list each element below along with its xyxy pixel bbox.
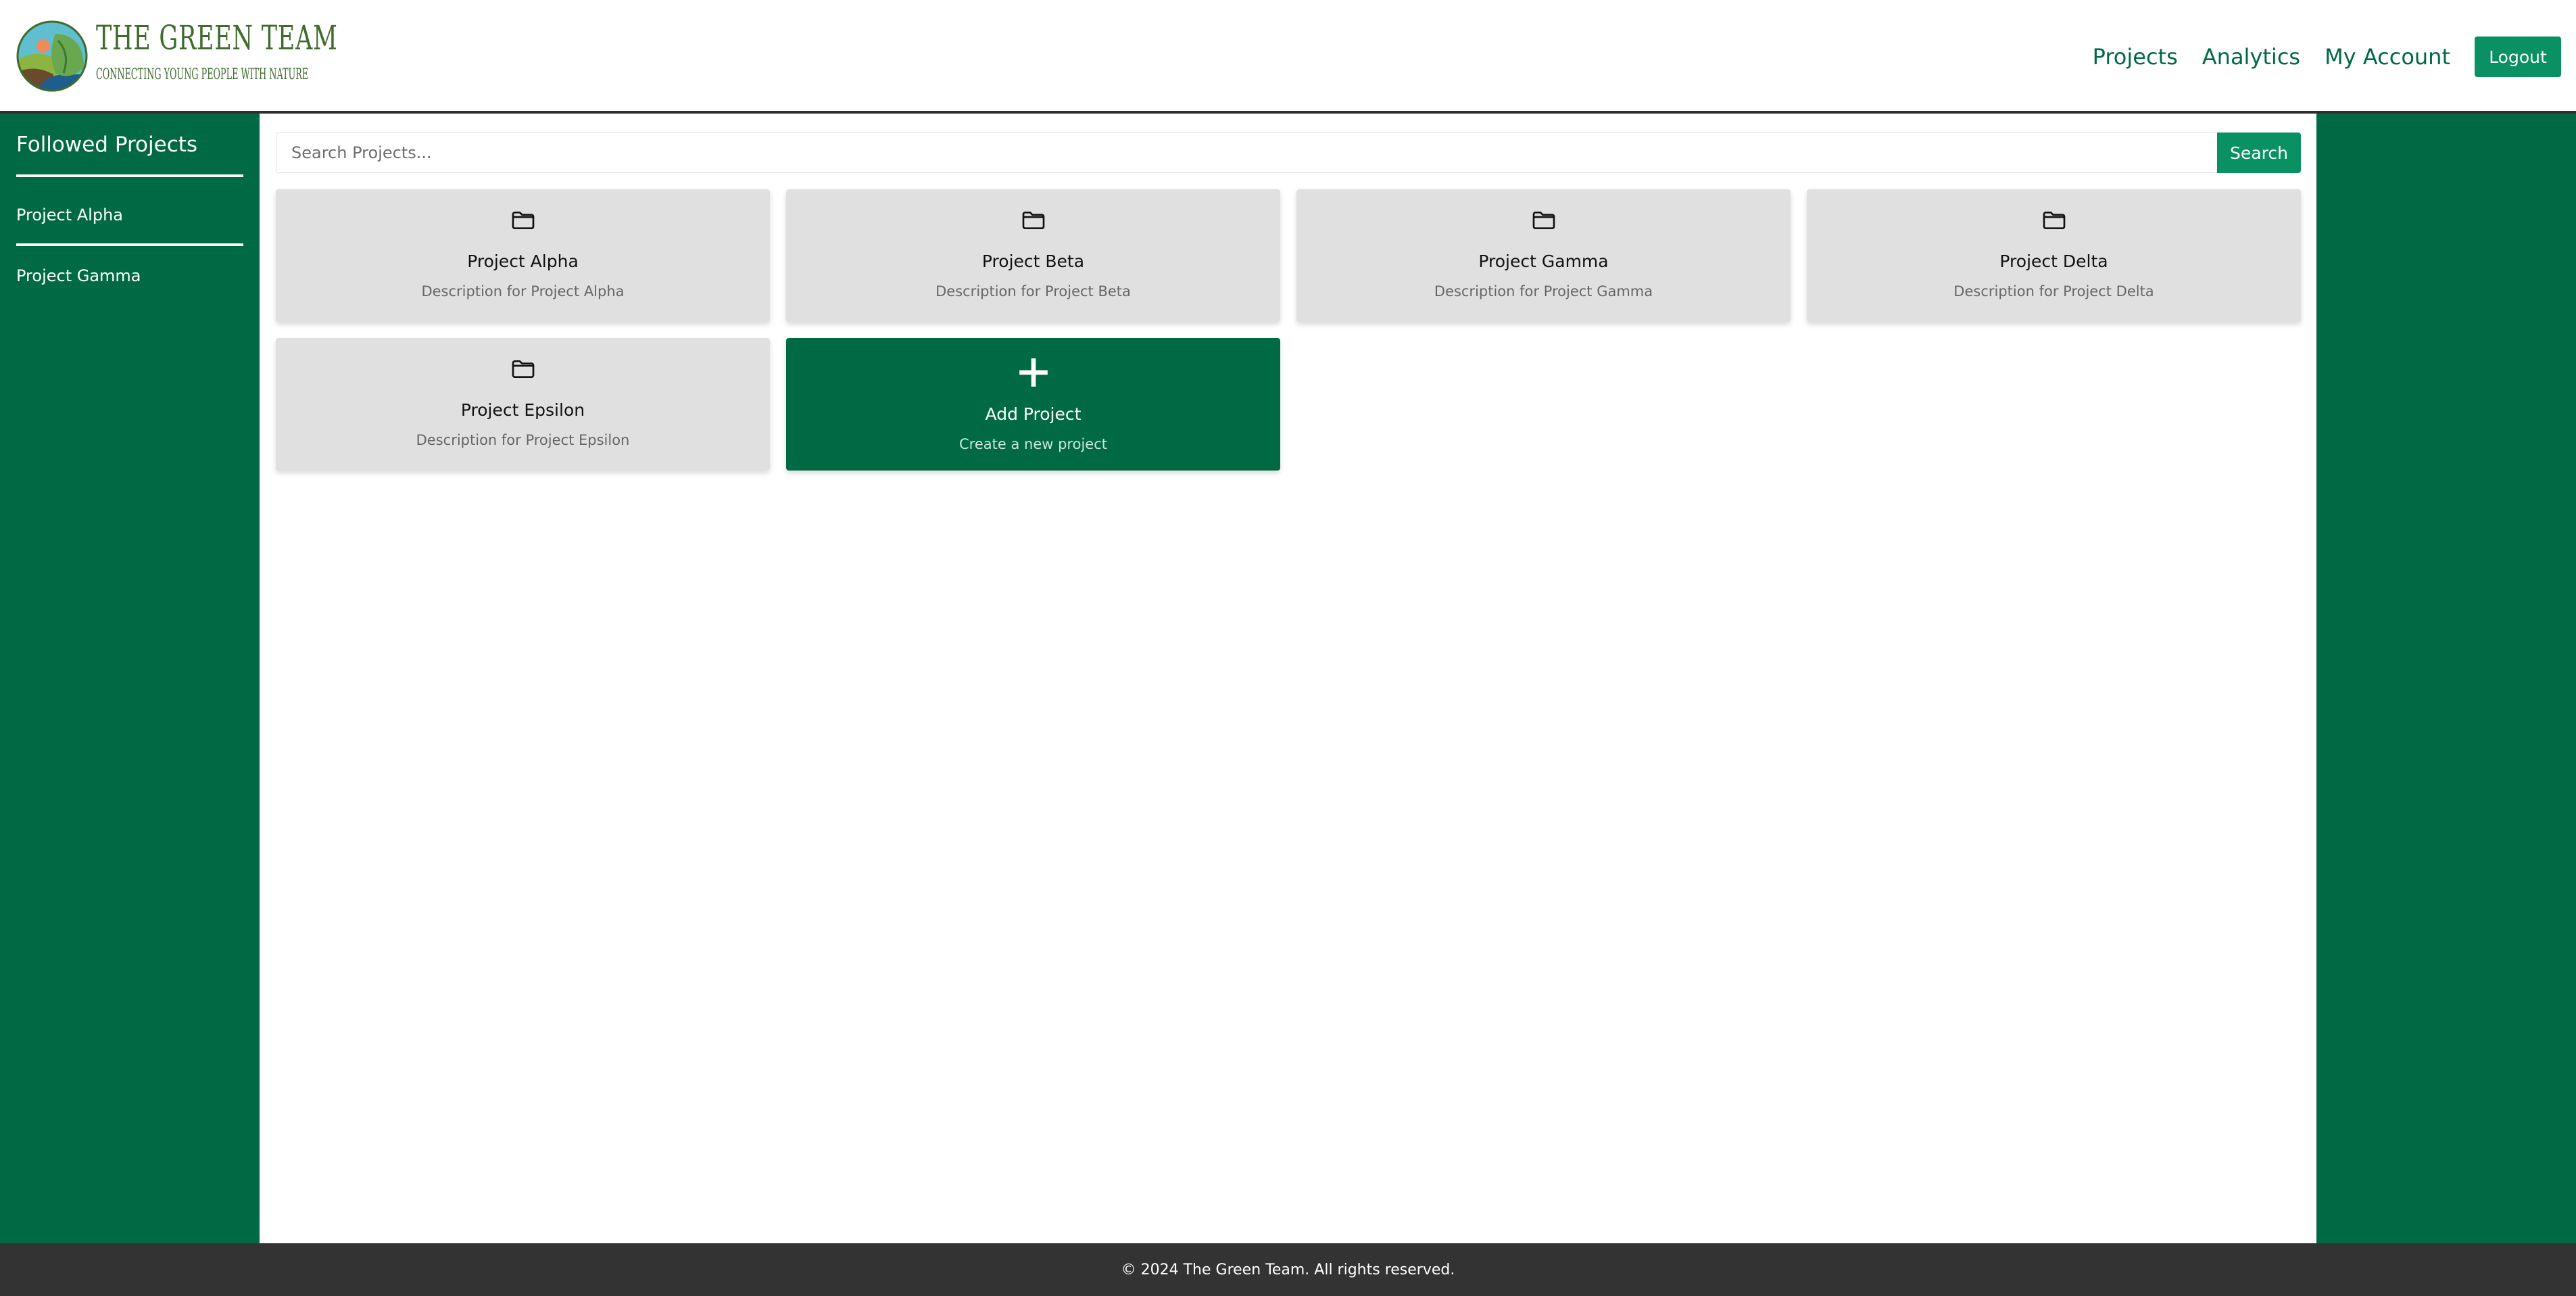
logo[interactable]: THE GREEN TEAM CONNECTING YOUNG PEOPLE W… <box>16 20 337 95</box>
sidebar-title: Followed Projects <box>16 133 243 177</box>
add-project-description: Create a new project <box>959 436 1107 452</box>
folder-icon <box>1022 212 1044 229</box>
nav-projects[interactable]: Projects <box>2093 44 2178 70</box>
project-card-gamma[interactable]: Project Gamma Description for Project Ga… <box>1296 189 1791 322</box>
add-project-button[interactable]: Add Project Create a new project <box>786 338 1280 471</box>
folder-icon <box>2043 212 2065 229</box>
logo-emblem-icon <box>16 20 88 92</box>
footer-copyright: © 2024 The Green Team. All rights reserv… <box>1121 1261 1455 1278</box>
right-sidebar-panel <box>2316 114 2576 1243</box>
card-title: Project Epsilon <box>460 400 585 420</box>
card-description: Description for Project Beta <box>935 283 1131 299</box>
add-project-title: Add Project <box>985 404 1082 424</box>
sidebar-item-project-gamma[interactable]: Project Gamma <box>16 266 243 304</box>
card-title: Project Gamma <box>1478 251 1609 271</box>
nav-my-account[interactable]: My Account <box>2325 44 2450 70</box>
folder-icon <box>512 360 534 378</box>
logo-title: THE GREEN TEAM <box>96 18 338 57</box>
project-card-epsilon[interactable]: Project Epsilon Description for Project … <box>276 338 770 471</box>
card-description: Description for Project Delta <box>1953 283 2154 299</box>
search-button[interactable]: Search <box>2217 133 2301 173</box>
project-card-beta[interactable]: Project Beta Description for Project Bet… <box>786 189 1280 322</box>
card-title: Project Delta <box>1999 251 2108 271</box>
folder-icon <box>512 212 534 229</box>
plus-icon <box>1019 358 1048 387</box>
project-card-delta[interactable]: Project Delta Description for Project De… <box>1807 189 2301 322</box>
header: THE GREEN TEAM CONNECTING YOUNG PEOPLE W… <box>0 0 2576 114</box>
card-description: Description for Project Epsilon <box>416 432 630 448</box>
sidebar: Followed Projects Project Alpha Project … <box>0 114 260 1243</box>
logo-subtitle: CONNECTING YOUNG PEOPLE WITH NATURE <box>96 66 309 83</box>
main-content: Search Project Alpha Description for Pro… <box>260 114 2316 1243</box>
search-input[interactable] <box>276 133 2217 173</box>
card-description: Description for Project Gamma <box>1434 283 1653 299</box>
logout-button[interactable]: Logout <box>2475 37 2561 77</box>
folder-icon <box>1532 212 1555 229</box>
sidebar-item-project-alpha[interactable]: Project Alpha <box>16 206 243 246</box>
project-card-alpha[interactable]: Project Alpha Description for Project Al… <box>276 189 770 322</box>
card-title: Project Alpha <box>467 251 579 271</box>
project-grid: Project Alpha Description for Project Al… <box>276 189 2301 471</box>
card-description: Description for Project Alpha <box>421 283 625 299</box>
search-bar: Search <box>276 133 2301 173</box>
footer: © 2024 The Green Team. All rights reserv… <box>0 1243 2576 1296</box>
top-nav: Projects Analytics My Account Logout <box>2093 37 2561 77</box>
card-title: Project Beta <box>981 251 1085 271</box>
nav-analytics[interactable]: Analytics <box>2202 44 2300 70</box>
